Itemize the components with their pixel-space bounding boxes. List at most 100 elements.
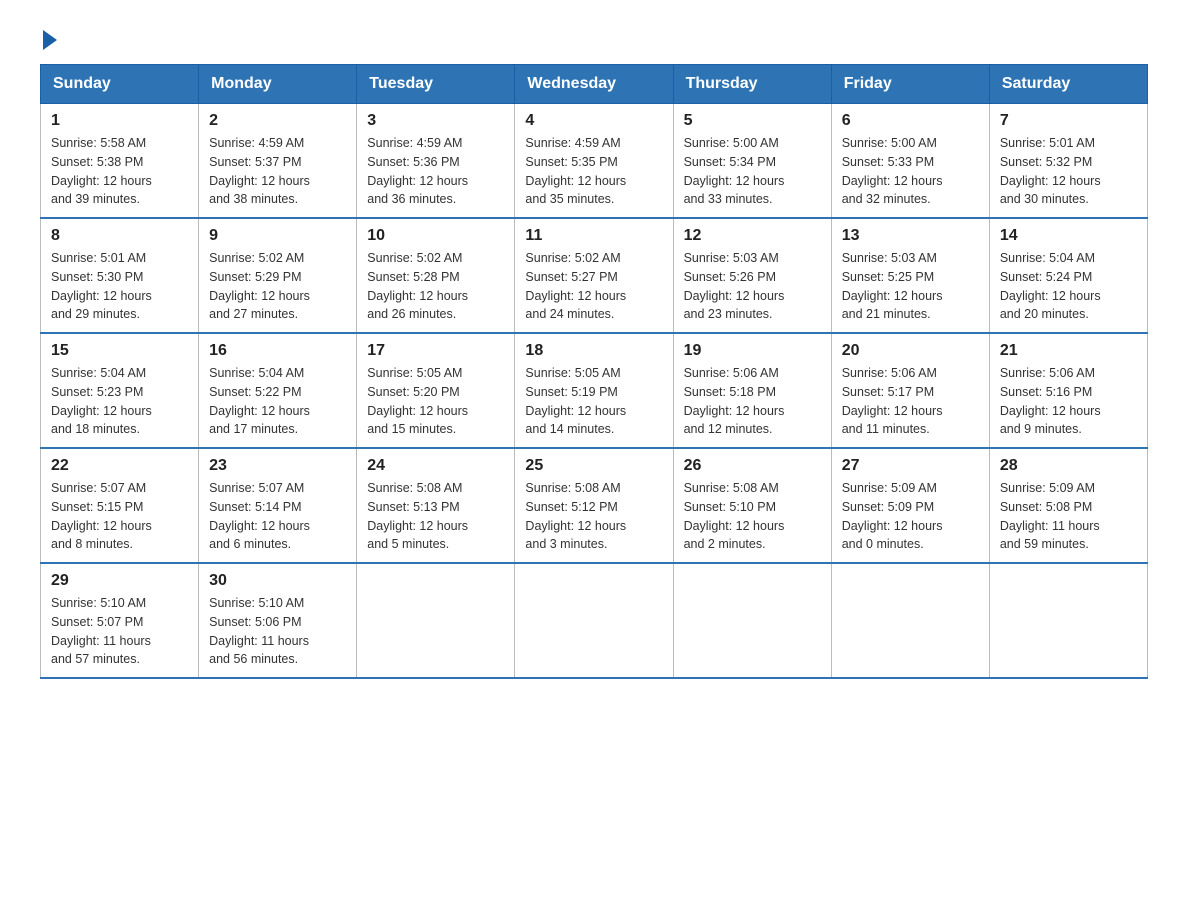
- calendar-cell: 24 Sunrise: 5:08 AMSunset: 5:13 PMDaylig…: [357, 448, 515, 563]
- calendar-cell: 25 Sunrise: 5:08 AMSunset: 5:12 PMDaylig…: [515, 448, 673, 563]
- day-number: 2: [209, 112, 346, 130]
- header-thursday: Thursday: [673, 65, 831, 104]
- day-info: Sunrise: 5:58 AMSunset: 5:38 PMDaylight:…: [51, 136, 152, 206]
- day-number: 27: [842, 457, 979, 475]
- calendar-cell: 28 Sunrise: 5:09 AMSunset: 5:08 PMDaylig…: [989, 448, 1147, 563]
- day-info: Sunrise: 5:02 AMSunset: 5:29 PMDaylight:…: [209, 251, 310, 321]
- day-info: Sunrise: 5:06 AMSunset: 5:16 PMDaylight:…: [1000, 366, 1101, 436]
- day-info: Sunrise: 5:07 AMSunset: 5:14 PMDaylight:…: [209, 481, 310, 551]
- header-saturday: Saturday: [989, 65, 1147, 104]
- day-number: 26: [684, 457, 821, 475]
- day-info: Sunrise: 5:08 AMSunset: 5:12 PMDaylight:…: [525, 481, 626, 551]
- calendar-cell: 15 Sunrise: 5:04 AMSunset: 5:23 PMDaylig…: [41, 333, 199, 448]
- day-info: Sunrise: 5:06 AMSunset: 5:17 PMDaylight:…: [842, 366, 943, 436]
- calendar-cell: 16 Sunrise: 5:04 AMSunset: 5:22 PMDaylig…: [199, 333, 357, 448]
- day-info: Sunrise: 5:04 AMSunset: 5:24 PMDaylight:…: [1000, 251, 1101, 321]
- calendar-cell: 10 Sunrise: 5:02 AMSunset: 5:28 PMDaylig…: [357, 218, 515, 333]
- calendar-cell: 3 Sunrise: 4:59 AMSunset: 5:36 PMDayligh…: [357, 104, 515, 219]
- day-number: 7: [1000, 112, 1137, 130]
- day-info: Sunrise: 5:03 AMSunset: 5:26 PMDaylight:…: [684, 251, 785, 321]
- day-number: 11: [525, 227, 662, 245]
- day-number: 25: [525, 457, 662, 475]
- day-info: Sunrise: 5:08 AMSunset: 5:13 PMDaylight:…: [367, 481, 468, 551]
- day-number: 4: [525, 112, 662, 130]
- day-info: Sunrise: 5:05 AMSunset: 5:20 PMDaylight:…: [367, 366, 468, 436]
- day-number: 6: [842, 112, 979, 130]
- calendar-cell: 17 Sunrise: 5:05 AMSunset: 5:20 PMDaylig…: [357, 333, 515, 448]
- day-number: 19: [684, 342, 821, 360]
- day-info: Sunrise: 5:02 AMSunset: 5:27 PMDaylight:…: [525, 251, 626, 321]
- calendar-cell: 23 Sunrise: 5:07 AMSunset: 5:14 PMDaylig…: [199, 448, 357, 563]
- day-info: Sunrise: 5:09 AMSunset: 5:09 PMDaylight:…: [842, 481, 943, 551]
- calendar-cell: 1 Sunrise: 5:58 AMSunset: 5:38 PMDayligh…: [41, 104, 199, 219]
- calendar-cell: [989, 563, 1147, 678]
- day-info: Sunrise: 5:00 AMSunset: 5:34 PMDaylight:…: [684, 136, 785, 206]
- header-tuesday: Tuesday: [357, 65, 515, 104]
- day-number: 13: [842, 227, 979, 245]
- day-number: 12: [684, 227, 821, 245]
- week-row-5: 29 Sunrise: 5:10 AMSunset: 5:07 PMDaylig…: [41, 563, 1148, 678]
- day-number: 9: [209, 227, 346, 245]
- calendar-cell: 13 Sunrise: 5:03 AMSunset: 5:25 PMDaylig…: [831, 218, 989, 333]
- calendar-cell: 2 Sunrise: 4:59 AMSunset: 5:37 PMDayligh…: [199, 104, 357, 219]
- week-row-2: 8 Sunrise: 5:01 AMSunset: 5:30 PMDayligh…: [41, 218, 1148, 333]
- day-number: 16: [209, 342, 346, 360]
- calendar-cell: 27 Sunrise: 5:09 AMSunset: 5:09 PMDaylig…: [831, 448, 989, 563]
- day-number: 28: [1000, 457, 1137, 475]
- header-sunday: Sunday: [41, 65, 199, 104]
- day-info: Sunrise: 5:02 AMSunset: 5:28 PMDaylight:…: [367, 251, 468, 321]
- calendar-cell: 18 Sunrise: 5:05 AMSunset: 5:19 PMDaylig…: [515, 333, 673, 448]
- calendar-cell: 14 Sunrise: 5:04 AMSunset: 5:24 PMDaylig…: [989, 218, 1147, 333]
- day-number: 22: [51, 457, 188, 475]
- calendar-cell: 22 Sunrise: 5:07 AMSunset: 5:15 PMDaylig…: [41, 448, 199, 563]
- calendar-cell: 30 Sunrise: 5:10 AMSunset: 5:06 PMDaylig…: [199, 563, 357, 678]
- week-row-4: 22 Sunrise: 5:07 AMSunset: 5:15 PMDaylig…: [41, 448, 1148, 563]
- day-number: 30: [209, 572, 346, 590]
- calendar-cell: 11 Sunrise: 5:02 AMSunset: 5:27 PMDaylig…: [515, 218, 673, 333]
- day-number: 15: [51, 342, 188, 360]
- calendar-cell: 8 Sunrise: 5:01 AMSunset: 5:30 PMDayligh…: [41, 218, 199, 333]
- day-number: 8: [51, 227, 188, 245]
- calendar-table: SundayMondayTuesdayWednesdayThursdayFrid…: [40, 64, 1148, 679]
- calendar-cell: [515, 563, 673, 678]
- day-number: 5: [684, 112, 821, 130]
- page-header: [40, 30, 1148, 44]
- calendar-cell: [357, 563, 515, 678]
- day-info: Sunrise: 5:09 AMSunset: 5:08 PMDaylight:…: [1000, 481, 1100, 551]
- day-info: Sunrise: 5:00 AMSunset: 5:33 PMDaylight:…: [842, 136, 943, 206]
- day-info: Sunrise: 4:59 AMSunset: 5:36 PMDaylight:…: [367, 136, 468, 206]
- day-number: 18: [525, 342, 662, 360]
- calendar-cell: [673, 563, 831, 678]
- day-info: Sunrise: 5:01 AMSunset: 5:30 PMDaylight:…: [51, 251, 152, 321]
- calendar-cell: 19 Sunrise: 5:06 AMSunset: 5:18 PMDaylig…: [673, 333, 831, 448]
- day-number: 20: [842, 342, 979, 360]
- day-info: Sunrise: 4:59 AMSunset: 5:37 PMDaylight:…: [209, 136, 310, 206]
- header-friday: Friday: [831, 65, 989, 104]
- calendar-cell: 12 Sunrise: 5:03 AMSunset: 5:26 PMDaylig…: [673, 218, 831, 333]
- day-info: Sunrise: 5:05 AMSunset: 5:19 PMDaylight:…: [525, 366, 626, 436]
- day-number: 14: [1000, 227, 1137, 245]
- day-number: 17: [367, 342, 504, 360]
- day-number: 10: [367, 227, 504, 245]
- calendar-cell: 21 Sunrise: 5:06 AMSunset: 5:16 PMDaylig…: [989, 333, 1147, 448]
- header-wednesday: Wednesday: [515, 65, 673, 104]
- day-info: Sunrise: 5:10 AMSunset: 5:06 PMDaylight:…: [209, 596, 309, 666]
- logo: [40, 30, 60, 44]
- day-info: Sunrise: 5:10 AMSunset: 5:07 PMDaylight:…: [51, 596, 151, 666]
- calendar-cell: 6 Sunrise: 5:00 AMSunset: 5:33 PMDayligh…: [831, 104, 989, 219]
- calendar-cell: 5 Sunrise: 5:00 AMSunset: 5:34 PMDayligh…: [673, 104, 831, 219]
- calendar-cell: [831, 563, 989, 678]
- day-info: Sunrise: 5:03 AMSunset: 5:25 PMDaylight:…: [842, 251, 943, 321]
- day-number: 3: [367, 112, 504, 130]
- day-info: Sunrise: 4:59 AMSunset: 5:35 PMDaylight:…: [525, 136, 626, 206]
- day-number: 1: [51, 112, 188, 130]
- calendar-cell: 20 Sunrise: 5:06 AMSunset: 5:17 PMDaylig…: [831, 333, 989, 448]
- day-number: 24: [367, 457, 504, 475]
- day-info: Sunrise: 5:01 AMSunset: 5:32 PMDaylight:…: [1000, 136, 1101, 206]
- calendar-header-row: SundayMondayTuesdayWednesdayThursdayFrid…: [41, 65, 1148, 104]
- logo-text: [40, 30, 60, 50]
- day-number: 23: [209, 457, 346, 475]
- week-row-1: 1 Sunrise: 5:58 AMSunset: 5:38 PMDayligh…: [41, 104, 1148, 219]
- calendar-cell: 9 Sunrise: 5:02 AMSunset: 5:29 PMDayligh…: [199, 218, 357, 333]
- day-info: Sunrise: 5:04 AMSunset: 5:22 PMDaylight:…: [209, 366, 310, 436]
